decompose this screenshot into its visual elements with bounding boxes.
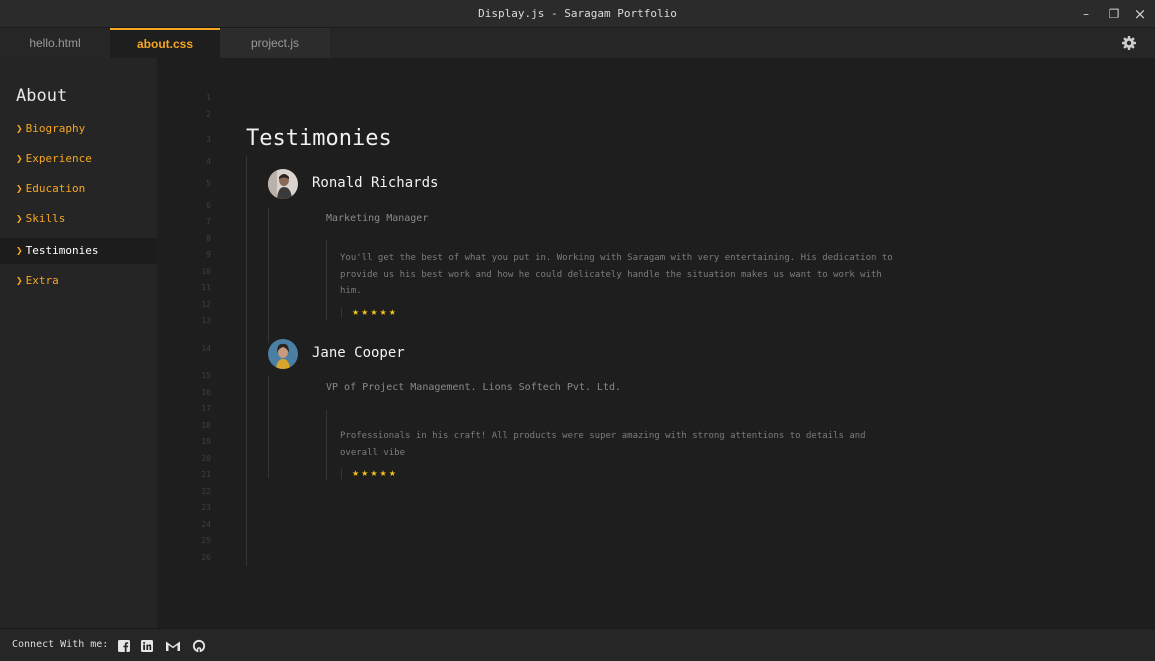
line-number: 8 [206,234,211,243]
window-title: Display.js - Saragam Portfolio [478,7,677,20]
line-number: 4 [206,157,211,166]
indent-guide [341,308,342,318]
chevron-right-icon: ❯ [16,182,23,195]
person-photo-icon [268,169,298,199]
tab-bar: hello.html about.css project.js [0,28,1155,58]
line-number: 3 [206,135,211,144]
line-number: 17 [201,404,211,413]
gear-icon [1122,36,1136,50]
tab-label: about.css [136,37,193,51]
sidebar-item-education[interactable]: ❯ Education [0,176,157,202]
sidebar-item-extra[interactable]: ❯ Extra [0,268,157,294]
line-number: 6 [206,201,211,210]
line-number: 14 [201,344,211,353]
line-number: 2 [206,110,211,119]
sidebar-heading: About [16,86,68,106]
sidebar-item-label: Skills [25,212,66,225]
sidebar-item-label: Experience [25,152,92,165]
tab-hello-html[interactable]: hello.html [0,28,110,58]
tab-label: hello.html [29,36,81,50]
line-number: 11 [201,283,211,292]
sidebar-item-biography[interactable]: ❯ Biography [0,116,157,142]
line-number: 10 [201,267,211,276]
sidebar-item-label: Testimonies [25,244,99,257]
github-link[interactable] [192,638,206,653]
restore-button[interactable]: ❐ [1102,0,1126,28]
line-number: 21 [201,470,211,479]
line-number: 22 [201,487,211,496]
testimony-quote: Professionals in his craft! All products… [340,431,866,458]
line-number: 12 [201,300,211,309]
minimize-icon: – [1083,7,1089,21]
line-number: 5 [206,179,211,188]
chevron-right-icon: ❯ [16,212,23,225]
minimize-button[interactable]: – [1074,0,1098,28]
line-number: 25 [201,536,211,545]
line-number: 16 [201,388,211,397]
testimony-name: Ronald Richards [312,175,439,191]
linkedin-icon [141,640,153,652]
sidebar-item-label: Extra [25,274,59,287]
gmail-icon [166,641,180,651]
line-number: 7 [206,217,211,226]
testimony-role: VP of Project Management. Lions Softech … [326,382,622,393]
indent-guide [268,376,269,478]
footer: Connect With me: [0,628,1155,661]
indent-guide [326,240,327,320]
person-photo-icon [268,339,298,369]
line-number: 13 [201,316,211,325]
sidebar: About ❯ Biography ❯ Experience ❯ Education … [0,58,157,628]
settings-button[interactable] [1121,35,1137,51]
gmail-link[interactable] [165,638,181,652]
github-icon [192,639,206,653]
line-number: 15 [201,371,211,380]
facebook-icon [118,640,130,652]
chevron-right-icon: ❯ [16,244,23,257]
star-rating: ★★★★★ [352,469,398,478]
testimony-name: Jane Cooper [312,345,405,361]
chevron-right-icon: ❯ [16,274,23,287]
indent-guide [326,410,327,480]
indent-guide [341,469,342,479]
sidebar-item-skills[interactable]: ❯ Skills [0,206,157,232]
section-title: Testimonies [246,126,392,151]
facebook-link[interactable] [117,638,131,652]
tab-project-js[interactable]: project.js [220,28,330,58]
line-number: 18 [201,421,211,430]
sidebar-item-experience[interactable]: ❯ Experience [0,146,157,172]
line-number: 26 [201,553,211,562]
chevron-right-icon: ❯ [16,152,23,165]
indent-guide [246,156,247,566]
avatar-ronald-richards [268,169,298,199]
line-number: 20 [201,454,211,463]
line-number: 9 [206,250,211,259]
line-number: 24 [201,520,211,529]
tab-label: project.js [250,36,300,50]
avatar-jane-cooper [268,339,298,369]
editor-pane: 1 2 3 4 5 6 7 8 9 10 11 12 13 14 15 16 1… [157,58,1155,628]
sidebar-item-label: Education [25,182,86,195]
tab-about-css[interactable]: about.css [110,28,220,58]
line-number: 19 [201,437,211,446]
linkedin-link[interactable] [140,638,154,652]
connect-label: Connect With me: [12,639,109,650]
title-bar: Display.js - Saragam Portfolio – ❐ × [0,0,1155,28]
close-button[interactable]: × [1128,0,1152,28]
chevron-right-icon: ❯ [16,122,23,135]
sidebar-item-testimonies[interactable]: ❯ Testimonies [0,238,157,264]
star-rating: ★★★★★ [352,308,398,317]
sidebar-item-label: Biography [25,122,86,135]
testimony-quote: You'll get the best of what you put in. … [340,253,893,296]
line-number: 1 [206,93,211,102]
indent-guide [268,208,269,343]
restore-icon: ❐ [1108,7,1120,21]
close-icon: × [1133,5,1147,23]
line-number: 23 [201,503,211,512]
testimony-role: Marketing Manager [326,213,429,224]
